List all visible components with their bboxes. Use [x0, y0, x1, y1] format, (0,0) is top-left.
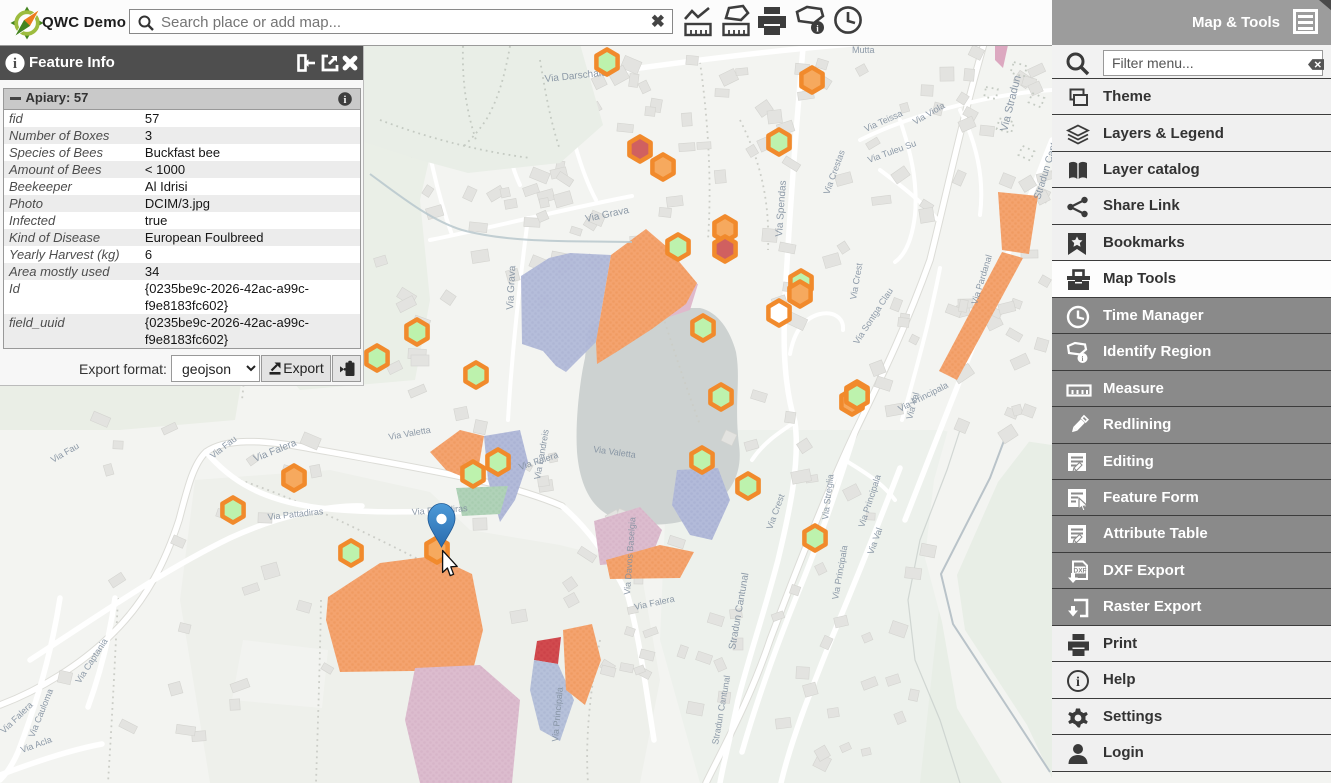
- svg-text:i: i: [1082, 355, 1084, 363]
- svg-text:i: i: [1076, 675, 1080, 690]
- svg-text:Via Grava: Via Grava: [505, 265, 518, 310]
- svg-text:DXF: DXF: [1074, 567, 1087, 574]
- svg-text:i: i: [13, 56, 17, 72]
- svg-text:Mutta: Mutta: [852, 45, 875, 55]
- svg-text:i: i: [344, 95, 347, 106]
